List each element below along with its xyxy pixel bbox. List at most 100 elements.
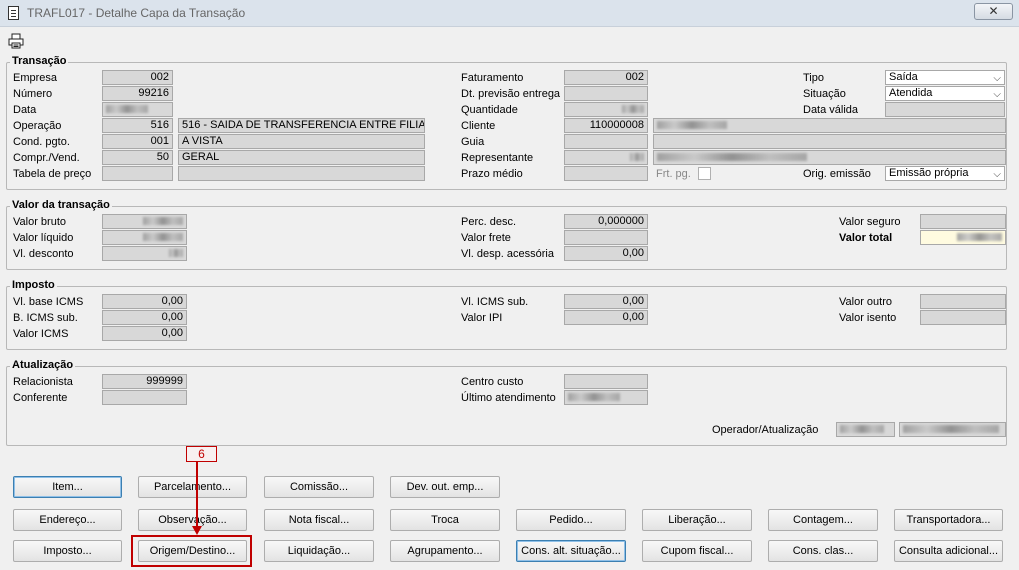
guia-code-field[interactable] xyxy=(564,134,648,149)
cons-clas-button[interactable]: Cons. clas... xyxy=(768,540,878,562)
representante-name-field xyxy=(653,150,1006,165)
valor-bruto-label: Valor bruto xyxy=(13,216,66,228)
liquidacao-button[interactable]: Liquidação... xyxy=(264,540,374,562)
transportadora-button[interactable]: Transportadora... xyxy=(894,509,1003,531)
valor-isento-field[interactable] xyxy=(920,310,1006,325)
vl-icms-sub-field[interactable]: 0,00 xyxy=(564,294,648,309)
ultimo-atendimento-label: Último atendimento xyxy=(461,392,556,404)
cond-pgto-code-field[interactable]: 001 xyxy=(102,134,173,149)
quantidade-field[interactable] xyxy=(564,102,648,117)
imposto-button[interactable]: Imposto... xyxy=(13,540,122,562)
cond-pgto-desc-field: A VISTA xyxy=(178,134,425,149)
data-valida-field[interactable] xyxy=(885,102,1005,117)
faturamento-field[interactable]: 002 xyxy=(564,70,648,85)
valor-seguro-field[interactable] xyxy=(920,214,1006,229)
liberacao-button[interactable]: Liberação... xyxy=(642,509,752,531)
valor-icms-label: Valor ICMS xyxy=(13,328,69,340)
nota-fiscal-button[interactable]: Nota fiscal... xyxy=(264,509,374,531)
comissao-button[interactable]: Comissão... xyxy=(264,476,374,498)
tipo-select-value: Saída xyxy=(889,71,918,83)
redacted-value xyxy=(169,249,183,258)
vl-base-icms-field[interactable]: 0,00 xyxy=(102,294,187,309)
valor-outro-label: Valor outro xyxy=(839,296,892,308)
valor-legend: Valor da transação xyxy=(10,199,112,211)
redacted-value xyxy=(903,425,999,434)
consulta-adicional-button[interactable]: Consulta adicional... xyxy=(894,540,1003,562)
toolbar xyxy=(0,27,1019,53)
quantidade-label: Quantidade xyxy=(461,104,518,116)
orig-emissao-select[interactable]: Emissão própria ⌵ xyxy=(885,166,1005,181)
cupom-fiscal-button[interactable]: Cupom fiscal... xyxy=(642,540,752,562)
cons-alt-situacao-button[interactable]: Cons. alt. situação... xyxy=(516,540,626,562)
troca-button[interactable]: Troca xyxy=(390,509,500,531)
situacao-select[interactable]: Atendida ⌵ xyxy=(885,86,1005,101)
atualizacao-legend: Atualização xyxy=(10,359,76,371)
operacao-label: Operação xyxy=(13,120,62,132)
redacted-value xyxy=(657,121,727,130)
representante-label: Representante xyxy=(461,152,534,164)
redacted-value xyxy=(622,105,644,114)
item-button[interactable]: Item... xyxy=(13,476,122,498)
operacao-code-field[interactable]: 516 xyxy=(102,118,173,133)
faturamento-label: Faturamento xyxy=(461,72,524,84)
empresa-field[interactable]: 002 xyxy=(102,70,173,85)
valor-ipi-field[interactable]: 0,00 xyxy=(564,310,648,325)
tabela-preco-code-field[interactable] xyxy=(102,166,173,181)
vl-desconto-field[interactable] xyxy=(102,246,187,261)
pedido-button[interactable]: Pedido... xyxy=(516,509,626,531)
numero-field[interactable]: 99216 xyxy=(102,86,173,101)
printer-icon[interactable] xyxy=(8,33,24,49)
imposto-legend: Imposto xyxy=(10,279,57,291)
cliente-label: Cliente xyxy=(461,120,496,132)
b-icms-sub-label: B. ICMS sub. xyxy=(13,312,78,324)
centro-custo-field[interactable] xyxy=(564,374,648,389)
prazo-medio-field[interactable] xyxy=(564,166,648,181)
cond-pgto-label: Cond. pgto. xyxy=(13,136,70,148)
redacted-value xyxy=(143,217,183,226)
valor-frete-field[interactable] xyxy=(564,230,648,245)
frt-pg-checkbox[interactable] xyxy=(698,167,711,180)
operador-atualizacao-label: Operador/Atualização xyxy=(712,424,819,436)
frt-pg-label: Frt. pg. xyxy=(656,168,691,180)
dev-out-emp-button[interactable]: Dev. out. emp... xyxy=(390,476,500,498)
valor-total-field[interactable] xyxy=(920,230,1006,245)
representante-code-field[interactable] xyxy=(564,150,648,165)
b-icms-sub-field[interactable]: 0,00 xyxy=(102,310,187,325)
cliente-code-field[interactable]: 110000008 xyxy=(564,118,648,133)
prazo-medio-label: Prazo médio xyxy=(461,168,523,180)
valor-liquido-label: Valor líquido xyxy=(13,232,74,244)
valor-bruto-field[interactable] xyxy=(102,214,187,229)
valor-liquido-field[interactable] xyxy=(102,230,187,245)
endereco-button[interactable]: Endereço... xyxy=(13,509,122,531)
redacted-value xyxy=(568,393,620,402)
perc-desc-field[interactable]: 0,000000 xyxy=(564,214,648,229)
tipo-label: Tipo xyxy=(803,72,824,84)
atualizacao-field[interactable] xyxy=(899,422,1006,437)
compr-vend-code-field[interactable]: 50 xyxy=(102,150,173,165)
dt-previsao-field[interactable] xyxy=(564,86,648,101)
data-valida-label: Data válida xyxy=(803,104,859,116)
valor-frete-label: Valor frete xyxy=(461,232,511,244)
ultimo-atendimento-field[interactable] xyxy=(564,390,648,405)
orig-emissao-label: Orig. emissão xyxy=(803,168,871,180)
valor-icms-field[interactable]: 0,00 xyxy=(102,326,187,341)
data-field[interactable] xyxy=(102,102,173,117)
conferente-field[interactable] xyxy=(102,390,187,405)
relacionista-field[interactable]: 999999 xyxy=(102,374,187,389)
valor-outro-field[interactable] xyxy=(920,294,1006,309)
tipo-select[interactable]: Saída ⌵ xyxy=(885,70,1005,85)
valor-isento-label: Valor isento xyxy=(839,312,897,324)
chevron-down-icon: ⌵ xyxy=(993,89,1001,100)
vl-desp-acessoria-field[interactable]: 0,00 xyxy=(564,246,648,261)
contagem-button[interactable]: Contagem... xyxy=(768,509,878,531)
compr-vend-label: Compr./Vend. xyxy=(13,152,80,164)
highlight-box xyxy=(131,535,252,567)
close-button[interactable]: ✕ xyxy=(974,3,1013,20)
agrupamento-button[interactable]: Agrupamento... xyxy=(390,540,500,562)
tabela-preco-label: Tabela de preço xyxy=(13,168,92,180)
operador-field[interactable] xyxy=(836,422,895,437)
perc-desc-label: Perc. desc. xyxy=(461,216,517,228)
vl-icms-sub-label: Vl. ICMS sub. xyxy=(461,296,529,308)
empresa-label: Empresa xyxy=(13,72,58,84)
vl-desconto-label: Vl. desconto xyxy=(13,248,74,260)
